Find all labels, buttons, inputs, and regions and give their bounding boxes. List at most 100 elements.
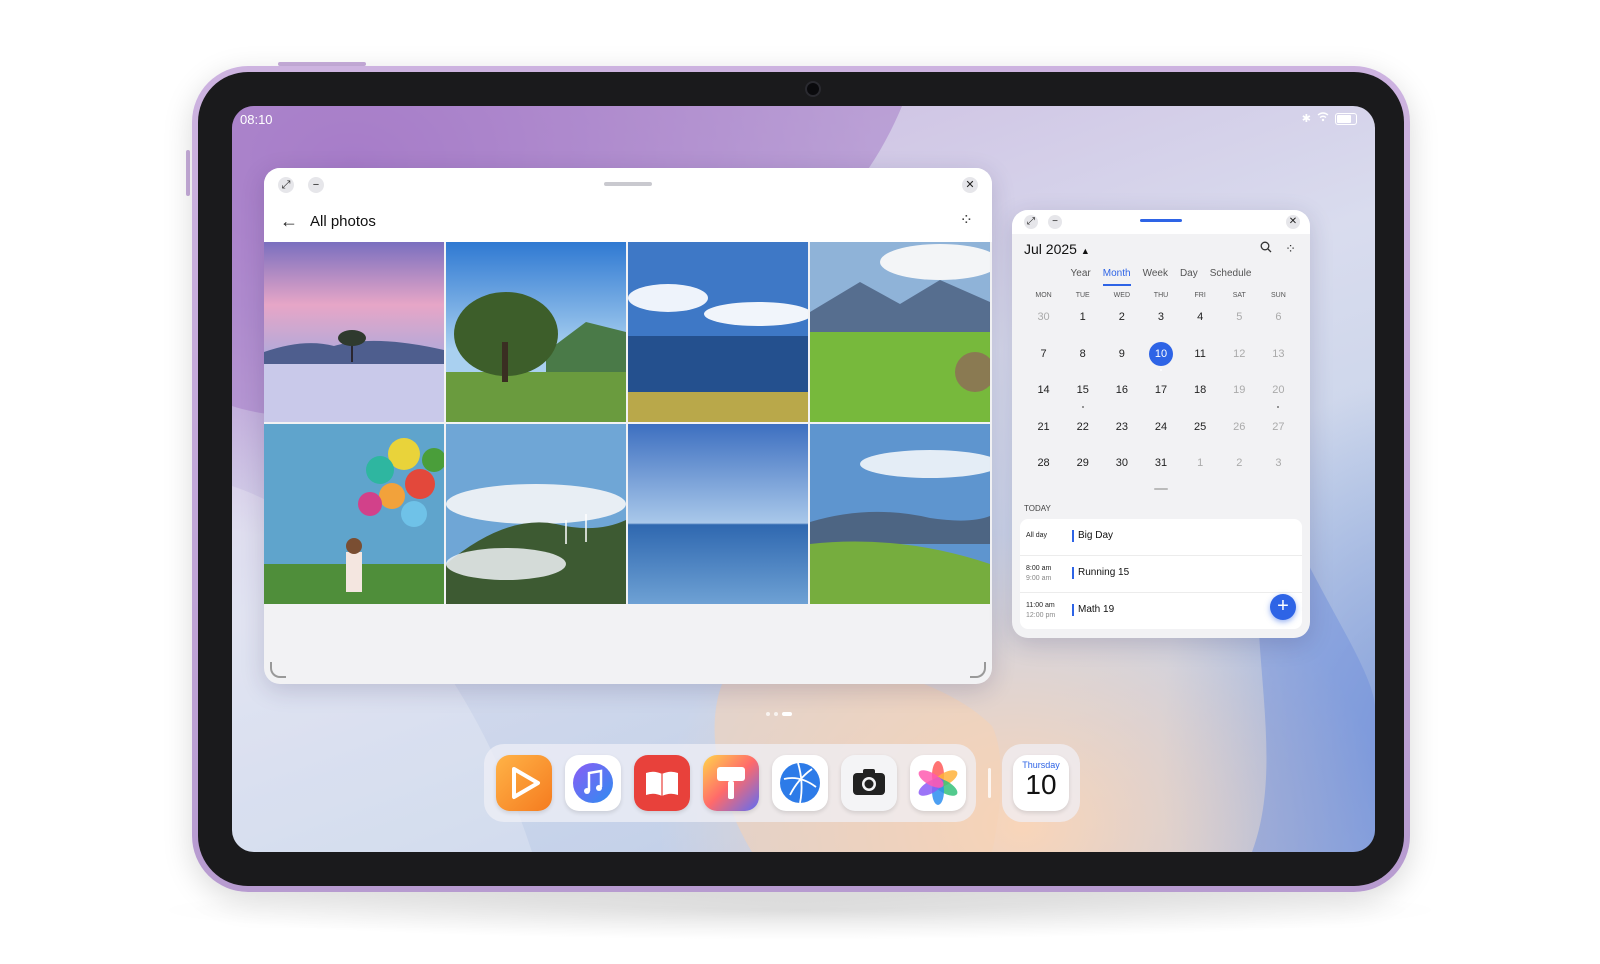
day-cell[interactable]: 26 bbox=[1220, 413, 1259, 450]
tab-week[interactable]: Week bbox=[1143, 268, 1168, 286]
photo-tile[interactable] bbox=[446, 424, 626, 604]
day-cell[interactable]: 11 bbox=[1181, 340, 1220, 377]
gallery-app-icon[interactable] bbox=[910, 755, 966, 811]
themes-app-icon[interactable] bbox=[703, 755, 759, 811]
search-icon[interactable] bbox=[1260, 241, 1272, 256]
tab-year[interactable]: Year bbox=[1071, 268, 1091, 286]
drag-handle[interactable] bbox=[1140, 219, 1182, 222]
month-selector[interactable]: Jul 2025 ▲ bbox=[1024, 241, 1090, 257]
day-cell[interactable]: 15 bbox=[1063, 376, 1102, 413]
tablet-screen: 08:10 ✱ ⤢ − ✕ ← All photos ⁘ ⤢ − ✕ Jul 2… bbox=[232, 106, 1375, 852]
day-cell[interactable]: 29 bbox=[1063, 449, 1102, 486]
tab-day[interactable]: Day bbox=[1180, 268, 1198, 286]
day-cell[interactable]: 5 bbox=[1220, 303, 1259, 340]
day-cell[interactable]: 12 bbox=[1220, 340, 1259, 377]
day-cell[interactable]: 17 bbox=[1141, 376, 1180, 413]
day-cell[interactable]: 25 bbox=[1181, 413, 1220, 450]
day-cell[interactable]: 30 bbox=[1024, 303, 1063, 340]
day-cell[interactable]: 31 bbox=[1141, 449, 1180, 486]
day-cell[interactable]: 9 bbox=[1102, 340, 1141, 377]
day-number: 12 bbox=[1233, 347, 1246, 360]
photos-window-titlebar[interactable]: ⤢ − ✕ bbox=[264, 168, 992, 202]
day-cell[interactable]: 1 bbox=[1181, 449, 1220, 486]
day-cell[interactable]: 28 bbox=[1024, 449, 1063, 486]
resize-corner-right[interactable] bbox=[970, 662, 986, 678]
photo-tile[interactable] bbox=[810, 424, 990, 604]
day-cell[interactable]: 13 bbox=[1259, 340, 1298, 377]
drag-handle[interactable] bbox=[604, 182, 652, 186]
day-cell[interactable]: 18 bbox=[1181, 376, 1220, 413]
event-item[interactable]: 8:00 am 9:00 am Running 15 bbox=[1020, 556, 1302, 593]
day-number: 1 bbox=[1079, 311, 1086, 323]
more-options-icon[interactable]: ⁘ bbox=[1285, 241, 1296, 257]
resize-corner-left[interactable] bbox=[270, 662, 286, 678]
minimize-icon[interactable]: − bbox=[1048, 215, 1062, 229]
month-grid: 30 1 2 3 4 5 6 7 8 9 10 11 12 13 14 15 16 17 18 19 20 21 22 23 2… bbox=[1024, 303, 1298, 486]
browser-app-icon[interactable] bbox=[772, 755, 828, 811]
day-cell-today[interactable]: 10 bbox=[1141, 340, 1180, 377]
page-indicator bbox=[766, 712, 792, 716]
event-dot bbox=[1081, 405, 1084, 408]
day-number: 27 bbox=[1272, 420, 1285, 433]
battery-icon bbox=[1335, 112, 1357, 125]
day-cell[interactable]: 21 bbox=[1024, 413, 1063, 450]
expand-icon[interactable]: ⤢ bbox=[1024, 215, 1038, 229]
close-icon[interactable]: ✕ bbox=[962, 177, 978, 193]
day-cell[interactable]: 14 bbox=[1024, 376, 1063, 413]
event-dot bbox=[1277, 405, 1280, 408]
day-cell[interactable]: 4 bbox=[1181, 303, 1220, 340]
dock-divider bbox=[988, 768, 991, 798]
day-cell[interactable]: 2 bbox=[1102, 303, 1141, 340]
event-end-time: 9:00 am bbox=[1026, 574, 1052, 582]
day-cell[interactable]: 19 bbox=[1220, 376, 1259, 413]
day-cell[interactable]: 7 bbox=[1024, 340, 1063, 377]
page-dot-active[interactable] bbox=[782, 712, 792, 716]
page-dot[interactable] bbox=[774, 712, 778, 716]
day-cell[interactable]: 8 bbox=[1063, 340, 1102, 377]
calendar-app-icon[interactable]: Thursday 10 bbox=[1013, 755, 1069, 811]
event-dot bbox=[1159, 369, 1162, 371]
day-cell[interactable]: 30 bbox=[1102, 449, 1141, 486]
photo-tile[interactable] bbox=[810, 242, 990, 422]
day-cell[interactable]: 2 bbox=[1220, 449, 1259, 486]
day-cell[interactable]: 24 bbox=[1141, 413, 1180, 450]
day-cell[interactable]: 1 bbox=[1063, 303, 1102, 340]
photo-tile[interactable] bbox=[446, 242, 626, 422]
event-color-bar bbox=[1072, 603, 1074, 616]
page-dot[interactable] bbox=[766, 712, 770, 716]
collapse-handle[interactable] bbox=[1154, 487, 1168, 490]
day-cell[interactable]: 20 bbox=[1259, 376, 1298, 413]
camera-app-icon[interactable] bbox=[841, 755, 897, 811]
more-options-icon[interactable]: ⁘ bbox=[960, 210, 974, 230]
day-number: 3 bbox=[1157, 311, 1165, 323]
video-app-icon[interactable] bbox=[496, 755, 552, 811]
expand-icon[interactable]: ⤢ bbox=[278, 177, 294, 193]
calendar-window: ⤢ − ✕ Jul 2025 ▲ ⁘ Year Month Week Day Sched… bbox=[1012, 210, 1310, 638]
day-cell[interactable]: 27 bbox=[1259, 413, 1298, 450]
calendar-window-titlebar[interactable]: ⤢ − ✕ bbox=[1012, 210, 1310, 234]
day-number: 20 bbox=[1272, 384, 1285, 396]
event-item[interactable]: All day Big Day bbox=[1020, 519, 1302, 556]
back-arrow-icon[interactable]: ← bbox=[280, 211, 298, 232]
close-icon[interactable]: ✕ bbox=[1286, 215, 1300, 229]
photo-tile[interactable] bbox=[264, 424, 444, 604]
day-cell[interactable]: 6 bbox=[1259, 303, 1298, 340]
tab-month[interactable]: Month bbox=[1102, 268, 1131, 286]
tab-schedule[interactable]: Schedule bbox=[1210, 268, 1252, 286]
day-cell[interactable]: 3 bbox=[1141, 303, 1180, 340]
day-cell[interactable]: 23 bbox=[1102, 413, 1141, 450]
books-app-icon[interactable] bbox=[634, 755, 690, 811]
music-app-icon[interactable] bbox=[565, 755, 621, 811]
day-cell[interactable]: 3 bbox=[1259, 449, 1298, 486]
status-time: 08:10 bbox=[240, 112, 273, 127]
add-event-button[interactable]: + bbox=[1270, 594, 1296, 620]
day-cell[interactable]: 22 bbox=[1063, 413, 1102, 450]
event-item[interactable]: 11:00 am 12:00 pm Math 19 bbox=[1020, 593, 1302, 629]
day-number: 31 bbox=[1154, 457, 1168, 469]
photo-tile[interactable] bbox=[264, 242, 444, 422]
photo-tile[interactable] bbox=[628, 242, 808, 422]
photo-tile[interactable] bbox=[628, 424, 808, 604]
view-tabs: Year Month Week Day Schedule bbox=[1012, 268, 1310, 286]
minimize-icon[interactable]: − bbox=[308, 177, 324, 193]
day-cell[interactable]: 16 bbox=[1102, 376, 1141, 413]
